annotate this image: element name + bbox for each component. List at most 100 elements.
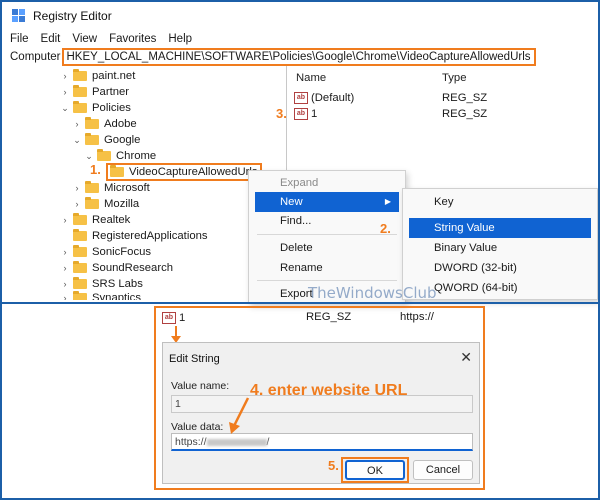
- tree-node-label: Synaptics: [92, 292, 141, 300]
- tree-node[interactable]: › Mozilla: [72, 196, 139, 212]
- context-item-delete[interactable]: Delete: [249, 238, 405, 258]
- chevron-down-icon[interactable]: ⌄: [72, 135, 82, 146]
- tree-node-label: Mozilla: [104, 198, 140, 210]
- tree-node-selected[interactable]: VideoCaptureAllowedUrls: [106, 163, 262, 181]
- value-data-input[interactable]: https:// /: [171, 433, 473, 451]
- value-type: REG_SZ: [442, 92, 488, 104]
- tree-node[interactable]: › Partner: [60, 84, 129, 100]
- value-name-label: Value name:: [171, 380, 230, 392]
- folder-icon: [85, 181, 99, 193]
- menu-bar: File Edit View Favorites Help: [2, 30, 204, 48]
- context-item-rename[interactable]: Rename: [249, 258, 405, 278]
- tree-node-label: SonicFocus: [92, 246, 152, 258]
- tree-node-label: VideoCaptureAllowedUrls: [129, 166, 258, 178]
- column-header-type[interactable]: Type: [442, 72, 467, 84]
- tree-node-label: paint.net: [92, 70, 136, 82]
- menu-file[interactable]: File: [10, 30, 29, 48]
- folder-icon: [73, 69, 87, 81]
- tree-node[interactable]: › Realtek: [60, 212, 130, 228]
- cancel-button[interactable]: Cancel: [413, 460, 473, 480]
- address-path-input[interactable]: HKEY_LOCAL_MACHINE\SOFTWARE\Policies\Goo…: [61, 48, 536, 66]
- menu-favorites[interactable]: Favorites: [109, 30, 156, 48]
- value-row[interactable]: ab (Default): [294, 90, 354, 106]
- folder-icon: [73, 245, 87, 257]
- folder-icon: [73, 291, 87, 300]
- folder-icon: [73, 85, 87, 97]
- address-bar: Computer HKEY_LOCAL_MACHINE\SOFTWARE\Pol…: [2, 48, 598, 66]
- step-3-label: 3.: [276, 106, 287, 121]
- folder-icon: [73, 101, 87, 113]
- menu-help[interactable]: Help: [168, 30, 192, 48]
- value-name: 1: [311, 108, 318, 120]
- watermark: TheWindowsClub: [308, 284, 437, 302]
- step-2-label: 2.: [380, 221, 391, 236]
- submenu-item-dword[interactable]: DWORD (32-bit): [403, 258, 597, 278]
- tree-node-label: Partner: [92, 86, 130, 98]
- registry-tree[interactable]: › paint.net › Partner ⌄ Policies › Adobe…: [2, 66, 287, 300]
- tree-node[interactable]: › SoundResearch: [60, 260, 173, 276]
- tree-node-label: Microsoft: [104, 182, 150, 194]
- folder-icon: [73, 277, 87, 289]
- column-header-name[interactable]: Name: [296, 72, 326, 84]
- chevron-right-icon[interactable]: ›: [60, 263, 70, 273]
- chevron-down-icon[interactable]: ⌄: [60, 103, 70, 114]
- tree-node[interactable]: › Microsoft: [72, 180, 150, 196]
- value-data-prefix: https://: [175, 436, 207, 448]
- close-icon[interactable]: ✕: [460, 349, 472, 366]
- tree-node[interactable]: › Adobe: [72, 116, 137, 132]
- chevron-right-icon[interactable]: ›: [72, 183, 82, 193]
- value-row-preview: ab 1: [162, 310, 185, 326]
- value-data-label: Value data:: [171, 421, 224, 433]
- ok-button[interactable]: OK: [345, 460, 405, 480]
- chevron-right-icon[interactable]: ›: [60, 279, 70, 289]
- menu-separator: [257, 234, 397, 235]
- folder-icon: [85, 197, 99, 209]
- submenu-item-key[interactable]: Key: [403, 192, 597, 212]
- tree-node[interactable]: RegisteredApplications: [60, 228, 208, 244]
- screenshot-frame: Registry Editor File Edit View Favorites…: [0, 0, 600, 500]
- window-title: Registry Editor: [33, 9, 112, 23]
- tree-node[interactable]: ⌄ Google: [72, 132, 140, 148]
- submenu-item-binary-value[interactable]: Binary Value: [403, 238, 597, 258]
- step-5-label: 5.: [328, 458, 339, 473]
- menu-edit[interactable]: Edit: [41, 30, 61, 48]
- string-value-icon: ab: [294, 108, 308, 120]
- value-row[interactable]: ab 1: [294, 106, 317, 122]
- tree-node[interactable]: ⌄ Policies: [60, 100, 131, 116]
- menu-view[interactable]: View: [72, 30, 97, 48]
- chevron-right-icon[interactable]: ›: [60, 247, 70, 257]
- context-item-expand: Expand: [280, 177, 319, 189]
- folder-icon: [85, 117, 99, 129]
- folder-icon: [110, 165, 124, 177]
- string-value-icon: ab: [162, 312, 176, 324]
- registry-editor-icon: [12, 9, 26, 23]
- folder-icon: [73, 261, 87, 273]
- title-bar: Registry Editor: [2, 2, 598, 30]
- chevron-right-icon[interactable]: ›: [60, 293, 70, 300]
- tree-node[interactable]: › Synaptics: [60, 290, 141, 300]
- tree-node[interactable]: › paint.net: [60, 68, 135, 84]
- value-name: (Default): [311, 92, 355, 104]
- value-type: REG_SZ: [442, 108, 488, 120]
- chevron-right-icon: ▶: [384, 197, 391, 206]
- chevron-right-icon[interactable]: ›: [60, 215, 70, 225]
- chevron-right-icon[interactable]: ›: [60, 71, 70, 81]
- address-label: Computer: [10, 51, 61, 63]
- section-divider: [2, 302, 598, 304]
- submenu-item-string-value[interactable]: String Value: [409, 218, 591, 238]
- context-item-new[interactable]: New ▶: [255, 192, 399, 212]
- dialog-title: Edit String: [169, 353, 220, 365]
- chevron-right-icon[interactable]: ›: [72, 199, 82, 209]
- chevron-right-icon[interactable]: ›: [60, 87, 70, 97]
- menu-separator: [257, 280, 397, 281]
- step-4-label: 4. enter website URL: [250, 382, 408, 399]
- tree-node-label: Chrome: [116, 150, 157, 162]
- chevron-right-icon[interactable]: ›: [72, 119, 82, 129]
- tree-node-label: SRS Labs: [92, 278, 143, 290]
- chevron-down-icon[interactable]: ⌄: [84, 151, 94, 162]
- tree-node-label: Realtek: [92, 214, 131, 226]
- folder-icon: [73, 229, 87, 241]
- folder-icon: [73, 213, 87, 225]
- tree-node[interactable]: › SonicFocus: [60, 244, 151, 260]
- arrow-annotation: [229, 397, 250, 434]
